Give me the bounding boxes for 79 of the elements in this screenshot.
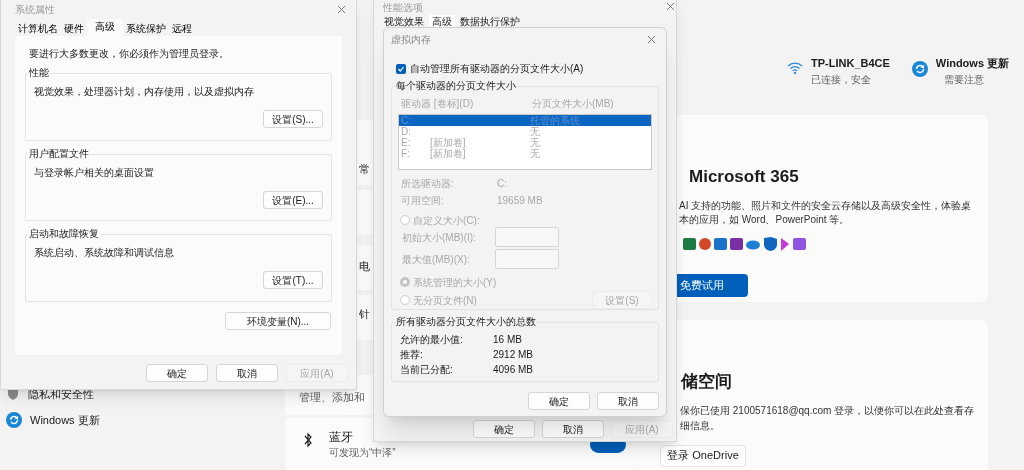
radio-button[interactable] bbox=[400, 215, 410, 225]
status-subtitle: 已连接，安全 bbox=[811, 72, 872, 87]
sync-icon bbox=[6, 412, 22, 428]
setting-label: 针 bbox=[359, 307, 370, 322]
dialog-button[interactable]: 确定 bbox=[528, 392, 590, 410]
group-title: 启动和故障恢复 bbox=[28, 228, 100, 240]
field-value: 16 MB bbox=[493, 334, 522, 346]
settings-button[interactable]: 设置(E)... bbox=[263, 191, 323, 209]
checkbox[interactable] bbox=[396, 63, 406, 74]
onedrive-button[interactable]: 登录 OneDrive bbox=[660, 444, 746, 467]
field-label: 允许的最小值: bbox=[400, 334, 464, 346]
settings-button[interactable]: 设置(T)... bbox=[263, 271, 323, 289]
field-label: 所选驱动器: bbox=[401, 177, 455, 191]
card-description: 细信息。 bbox=[680, 418, 721, 433]
card-title: Microsoft 365 bbox=[689, 166, 799, 188]
group-title: 性能 bbox=[28, 67, 50, 79]
window-title: 性能选项 bbox=[383, 1, 423, 15]
radio-label: 系统管理的大小(Y) bbox=[413, 275, 497, 290]
tab[interactable]: 计算机名 bbox=[15, 22, 61, 36]
group-description: 系统启动、系统故障和调试信息 bbox=[34, 246, 175, 260]
group-title: 每个驱动器的分页文件大小 bbox=[396, 80, 516, 92]
input-field[interactable] bbox=[495, 249, 559, 269]
field-value: 4096 MB bbox=[493, 364, 534, 376]
radio-button[interactable] bbox=[400, 295, 410, 305]
info-text: 要进行大多数更改，你必须作为管理员登录。 bbox=[29, 47, 230, 61]
field-label: 最大值(MB)(X): bbox=[402, 252, 471, 267]
field-label: 推荐: bbox=[400, 349, 424, 361]
close-icon bbox=[666, 2, 675, 11]
tab[interactable]: 高级 bbox=[87, 19, 123, 36]
bluetooth-icon bbox=[303, 432, 313, 448]
field-label: 当前已分配: bbox=[400, 364, 454, 376]
radio-label: 无分页文件(N) bbox=[413, 293, 477, 308]
dialog-button[interactable]: 确定 bbox=[146, 364, 208, 382]
setting-description: 可发现为“中泽” bbox=[329, 446, 396, 460]
radio-label: 自定义大小(C): bbox=[413, 213, 480, 228]
close-icon bbox=[337, 4, 346, 14]
settings-button[interactable]: 设置(S)... bbox=[263, 110, 323, 128]
setting-label: 常 bbox=[359, 162, 370, 177]
setting-description: 管理、添加和 bbox=[299, 390, 365, 405]
group-title: 所有驱动器分页文件大小的总数 bbox=[396, 316, 536, 328]
env-variables-button[interactable]: 环境变量(N)... bbox=[225, 312, 331, 330]
sync-icon bbox=[911, 61, 928, 77]
status-title: Windows 更新 bbox=[935, 56, 1010, 71]
tab[interactable]: 数据执行保护 bbox=[457, 15, 523, 29]
field-value: 19659 MB bbox=[497, 194, 543, 208]
field-label: 可用空间: bbox=[401, 194, 445, 208]
card-title: 储空间 bbox=[681, 371, 732, 393]
status-title: TP-LINK_B4CE bbox=[811, 56, 890, 71]
tab[interactable]: 视觉效果 bbox=[381, 15, 427, 29]
dialog-button[interactable]: 取消 bbox=[597, 392, 659, 410]
window-title: 系统属性 bbox=[15, 2, 55, 17]
input-field[interactable] bbox=[495, 227, 559, 247]
card-description: AI 支持的功能、照片和文件的安全云存储以及高级安全性，体验桌 bbox=[679, 198, 972, 213]
card-description: 保你已使用 2100571618@qq.com 登录，以便你可以在此处查看存 bbox=[680, 403, 975, 418]
group-title: 用户配置文件 bbox=[28, 148, 90, 160]
window-title: 虚拟内存 bbox=[391, 32, 431, 47]
card-description: 本的应用，如 Word、PowerPoint 等。 bbox=[679, 212, 851, 227]
group-description: 视觉效果，处理器计划，内存使用，以及虚拟内存 bbox=[34, 85, 255, 99]
field-value: C: bbox=[497, 177, 507, 191]
column-header: 分页文件大小(MB) bbox=[532, 97, 614, 111]
dialog-button[interactable]: 取消 bbox=[542, 420, 604, 438]
setting-label: 蓝牙 bbox=[329, 429, 353, 446]
field-label: 初始大小(MB)(I): bbox=[402, 230, 477, 245]
radio-button[interactable] bbox=[400, 277, 410, 287]
column-header: 驱动器 [卷标](D) bbox=[401, 97, 475, 111]
sidebar-item[interactable]: Windows 更新 bbox=[30, 411, 100, 429]
close-icon bbox=[647, 34, 656, 44]
shield-icon bbox=[6, 387, 20, 401]
field-value: 2912 MB bbox=[493, 349, 534, 361]
dialog-button[interactable]: 取消 bbox=[216, 364, 278, 382]
tab[interactable]: 硬件 bbox=[61, 22, 87, 36]
dialog-button[interactable]: 确定 bbox=[473, 420, 535, 438]
status-subtitle: 需要注意 bbox=[942, 72, 985, 87]
tab[interactable]: 系统保护 bbox=[123, 22, 169, 36]
group-description: 与登录帐户相关的桌面设置 bbox=[34, 166, 155, 180]
checkbox-label: 自动管理所有驱动器的分页文件大小(A) bbox=[410, 62, 584, 76]
wifi-icon bbox=[787, 61, 803, 75]
setting-label: 电 bbox=[359, 259, 370, 274]
tab[interactable]: 远程 bbox=[169, 22, 195, 36]
